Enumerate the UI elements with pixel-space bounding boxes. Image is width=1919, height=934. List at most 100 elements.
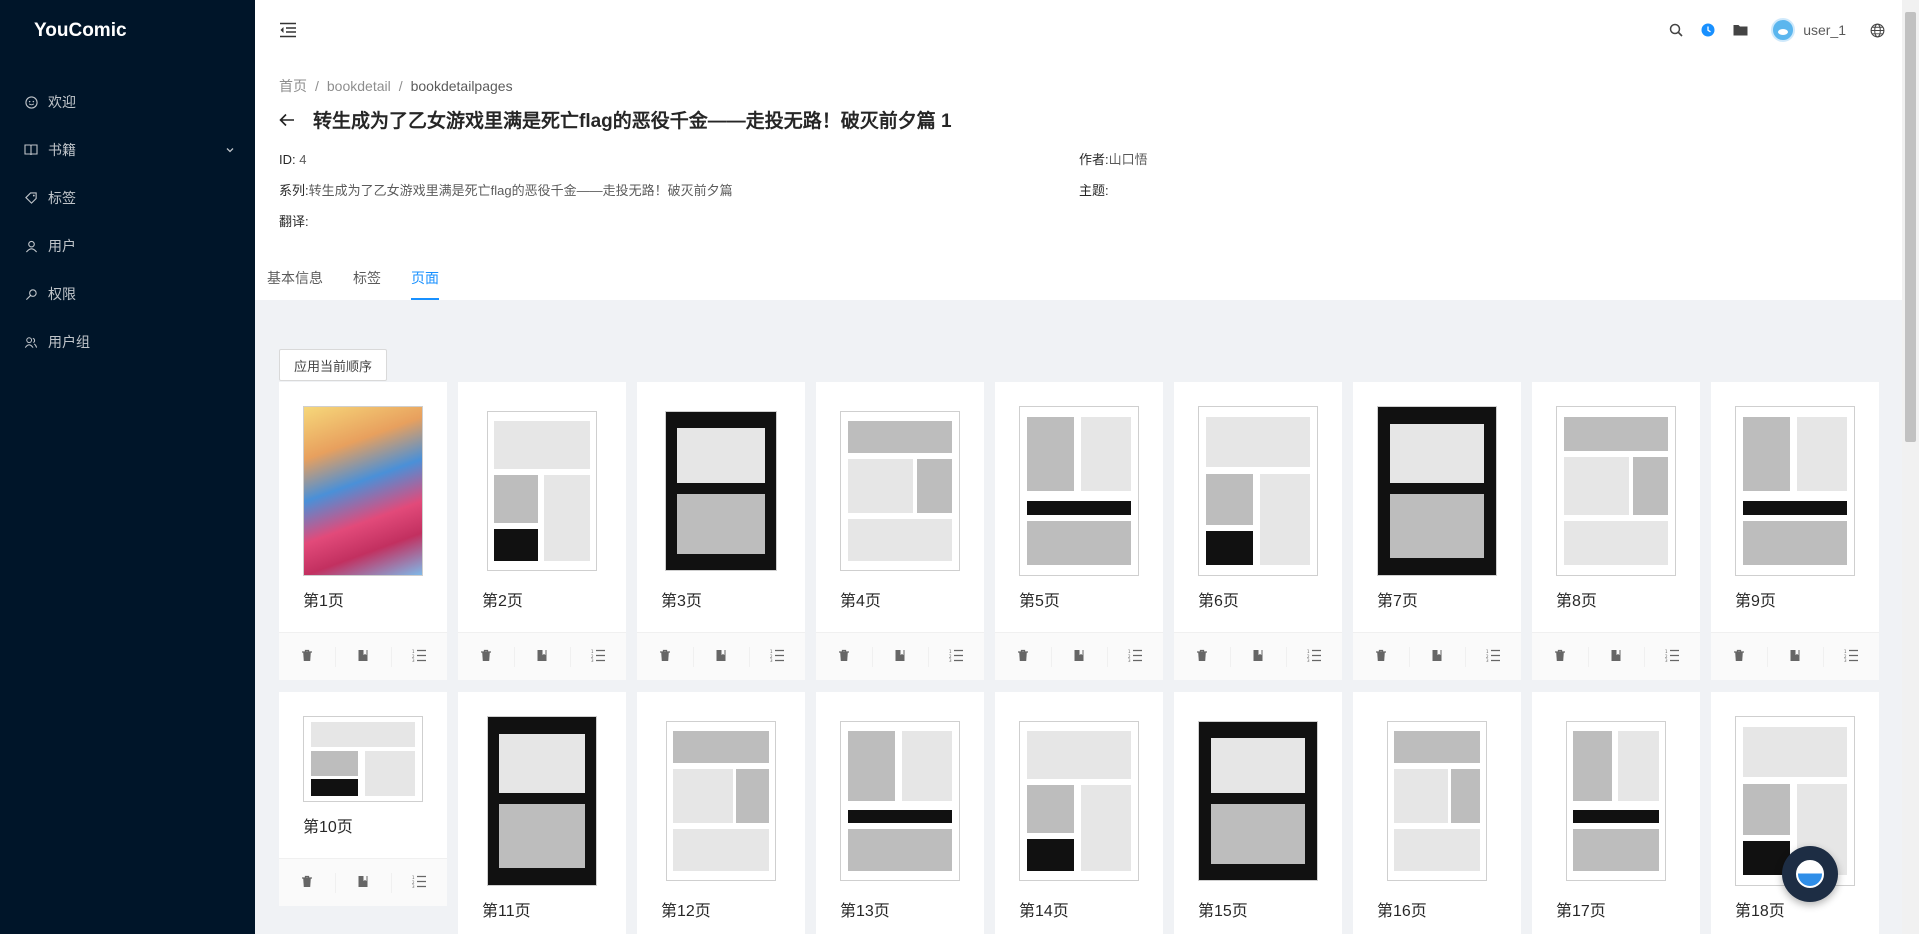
reorder-page-button[interactable]: 123 bbox=[570, 633, 626, 680]
page-thumbnail[interactable] bbox=[1556, 406, 1676, 576]
reorder-page-button[interactable]: 123 bbox=[1644, 633, 1700, 680]
sidebar-menu: 欢迎 书籍 标签 用户 权限 用户组 bbox=[0, 78, 255, 366]
page-name: 第8页 bbox=[1556, 593, 1597, 610]
page-card[interactable]: 第8页 1 2 3 bbox=[1532, 382, 1700, 680]
page-thumbnail[interactable] bbox=[482, 716, 602, 886]
read-page-button[interactable] bbox=[514, 633, 570, 680]
page-thumbnail[interactable] bbox=[1735, 406, 1855, 576]
breadcrumb-home[interactable]: 首页 bbox=[279, 78, 307, 94]
reorder-page-button[interactable]: 123 bbox=[928, 633, 984, 680]
floating-action-button[interactable] bbox=[1782, 846, 1838, 902]
page-card[interactable]: 第16页 bbox=[1353, 692, 1521, 934]
page-card[interactable]: 第2页 1 2 3 bbox=[458, 382, 626, 680]
delete-page-button[interactable] bbox=[816, 633, 872, 680]
page-name: 第11页 bbox=[482, 903, 531, 920]
page-card[interactable]: 第10页 1 2 3 bbox=[279, 692, 447, 906]
delete-page-button[interactable] bbox=[279, 859, 335, 906]
tab-pages[interactable]: 页面 bbox=[411, 260, 439, 300]
read-page-button[interactable] bbox=[1051, 633, 1107, 680]
delete-page-button[interactable] bbox=[1711, 633, 1767, 680]
reorder-page-button[interactable]: 123 bbox=[1107, 633, 1163, 680]
reorder-page-button[interactable]: 123 bbox=[1286, 633, 1342, 680]
book-info-right: 作者:山口悟 主题: bbox=[1079, 150, 1148, 212]
page-card[interactable]: 第1页 1 2 3 bbox=[279, 382, 447, 680]
delete-page-button[interactable] bbox=[637, 633, 693, 680]
page-thumbnail[interactable] bbox=[840, 716, 960, 886]
header-actions: user_1 bbox=[1667, 0, 1886, 60]
page-card[interactable]: 第3页 1 2 3 bbox=[637, 382, 805, 680]
page-thumbnail[interactable] bbox=[661, 716, 781, 886]
reorder-page-button[interactable]: 123 bbox=[391, 633, 447, 680]
page-card[interactable]: 第13页 bbox=[816, 692, 984, 934]
read-page-button[interactable] bbox=[872, 633, 928, 680]
tab-basic-info[interactable]: 基本信息 bbox=[267, 260, 323, 300]
page-card[interactable]: 第9页 1 2 3 bbox=[1711, 382, 1879, 680]
reorder-page-button[interactable]: 123 bbox=[391, 859, 447, 906]
delete-page-button[interactable] bbox=[1532, 633, 1588, 680]
author-value: 山口悟 bbox=[1108, 152, 1148, 167]
page-card[interactable]: 第17页 bbox=[1532, 692, 1700, 934]
page-thumbnail[interactable] bbox=[1198, 406, 1318, 576]
sidebar-item-books[interactable]: 书籍 bbox=[0, 126, 255, 174]
book-icon bbox=[894, 649, 906, 665]
page-thumbnail[interactable] bbox=[1377, 716, 1497, 886]
page-thumbnail[interactable] bbox=[1556, 716, 1676, 886]
page-thumbnail[interactable] bbox=[1377, 406, 1497, 576]
scrollbar-thumb[interactable] bbox=[1905, 12, 1916, 442]
menu-fold-icon[interactable] bbox=[279, 20, 299, 40]
user-menu[interactable]: user_1 bbox=[1771, 18, 1846, 42]
page-thumbnail[interactable] bbox=[661, 406, 781, 576]
reorder-page-button[interactable]: 123 bbox=[749, 633, 805, 680]
clock-icon[interactable] bbox=[1699, 21, 1717, 39]
sidebar-item-usergroups[interactable]: 用户组 bbox=[0, 318, 255, 366]
page-thumbnail[interactable] bbox=[1198, 716, 1318, 886]
app-logo[interactable]: YouComic bbox=[0, 0, 255, 62]
read-page-button[interactable] bbox=[1767, 633, 1823, 680]
sidebar-item-tags[interactable]: 标签 bbox=[0, 174, 255, 222]
folder-icon[interactable] bbox=[1731, 21, 1749, 39]
breadcrumb-current: bookdetailpages bbox=[410, 78, 513, 94]
globe-icon[interactable] bbox=[1868, 21, 1886, 39]
scrollbar[interactable] bbox=[1902, 0, 1919, 934]
apply-order-button[interactable]: 应用当前顺序 bbox=[279, 349, 388, 381]
page-thumbnail[interactable] bbox=[1019, 406, 1139, 576]
page-card[interactable]: 第7页 1 2 3 bbox=[1353, 382, 1521, 680]
delete-page-button[interactable] bbox=[1174, 633, 1230, 680]
page-card[interactable]: 第12页 bbox=[637, 692, 805, 934]
reorder-page-button[interactable]: 123 bbox=[1465, 633, 1521, 680]
page-thumbnail-image bbox=[666, 721, 776, 881]
page-header: 首页 / bookdetail / bookdetailpages 转生成为了乙女游戏里… bbox=[255, 60, 1902, 300]
sidebar-item-welcome[interactable]: 欢迎 bbox=[0, 78, 255, 126]
tab-tags[interactable]: 标签 bbox=[353, 260, 381, 300]
delete-page-button[interactable] bbox=[279, 633, 335, 680]
delete-page-button[interactable] bbox=[458, 633, 514, 680]
read-page-button[interactable] bbox=[1409, 633, 1465, 680]
page-thumbnail[interactable] bbox=[1019, 716, 1139, 886]
page-card-actions: 123 bbox=[816, 632, 984, 680]
read-page-button[interactable] bbox=[335, 633, 391, 680]
page-thumbnail-image bbox=[1556, 406, 1676, 576]
read-page-button[interactable] bbox=[1230, 633, 1286, 680]
page-card[interactable]: 第4页 1 2 3 bbox=[816, 382, 984, 680]
sidebar-item-users[interactable]: 用户 bbox=[0, 222, 255, 270]
page-card[interactable]: 第6页 1 2 3 bbox=[1174, 382, 1342, 680]
page-card[interactable]: 第14页 bbox=[995, 692, 1163, 934]
reorder-page-button[interactable]: 123 bbox=[1823, 633, 1879, 680]
page-thumbnail[interactable] bbox=[482, 406, 602, 576]
page-thumbnail[interactable] bbox=[303, 716, 423, 802]
page-card[interactable]: 第15页 bbox=[1174, 692, 1342, 934]
delete-page-button[interactable] bbox=[1353, 633, 1409, 680]
sidebar-item-permissions[interactable]: 权限 bbox=[0, 270, 255, 318]
read-page-button[interactable] bbox=[693, 633, 749, 680]
page-card[interactable]: 第11页 bbox=[458, 692, 626, 934]
page-thumbnail[interactable] bbox=[840, 406, 960, 576]
read-page-button[interactable] bbox=[335, 859, 391, 906]
arrow-left-icon[interactable] bbox=[279, 111, 297, 129]
page-card[interactable]: 第5页 1 2 3 bbox=[995, 382, 1163, 680]
read-page-button[interactable] bbox=[1588, 633, 1644, 680]
top-header: user_1 bbox=[255, 0, 1902, 60]
search-icon[interactable] bbox=[1667, 21, 1685, 39]
page-thumbnail[interactable] bbox=[303, 406, 423, 576]
breadcrumb-bookdetail[interactable]: bookdetail bbox=[327, 78, 391, 94]
delete-page-button[interactable] bbox=[995, 633, 1051, 680]
